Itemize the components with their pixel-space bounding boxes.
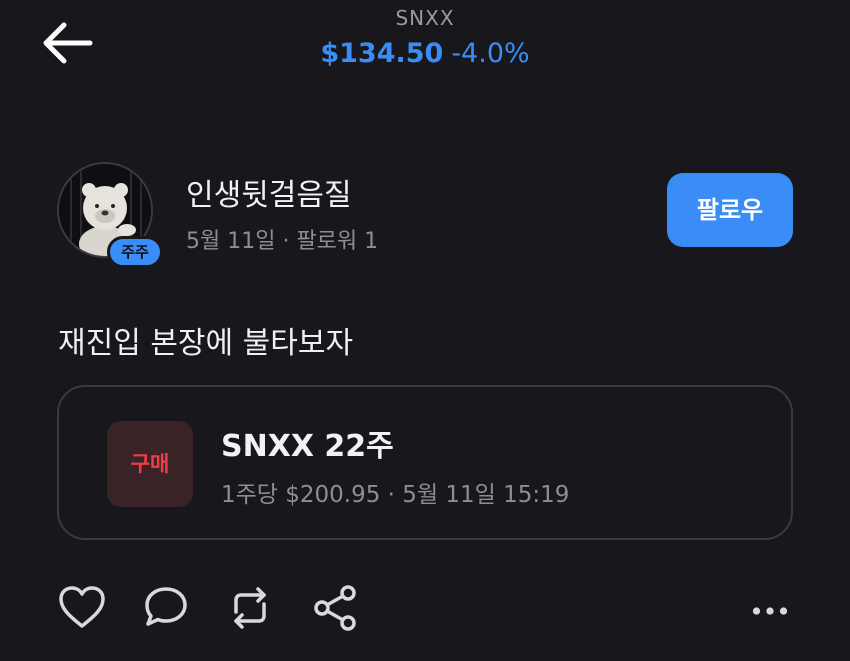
follow-button[interactable]: 팔로우	[667, 173, 793, 247]
author-name[interactable]: 인생뒷걸음질	[186, 170, 352, 214]
current-price: $134.50	[320, 38, 444, 69]
repost-button[interactable]	[224, 582, 276, 634]
price-change: -4.0%	[451, 38, 530, 69]
buy-badge: 구매	[107, 421, 193, 507]
post-detail-screen: SNXX $134.50 -4.0% 주주 인생뒷걸음질 5월 11일 · 팔로…	[0, 0, 850, 661]
repost-icon	[234, 587, 266, 629]
comment-button[interactable]	[140, 582, 192, 634]
price-row: $134.50 -4.0%	[0, 38, 850, 69]
more-options-button[interactable]	[744, 584, 794, 634]
ticker-symbol: SNXX	[395, 6, 455, 30]
more-dots-icon	[752, 607, 788, 615]
like-button[interactable]	[56, 582, 108, 634]
trade-detail: 1주당 $200.95 · 5월 11일 15:19	[221, 482, 570, 508]
share-button[interactable]	[310, 582, 362, 634]
shareholder-badge: 주주	[107, 236, 163, 268]
author-meta: 5월 11일 · 팔로워 1	[186, 229, 379, 254]
trade-card[interactable]: 구매 SNXX 22주 1주당 $200.95 · 5월 11일 15:19	[57, 385, 793, 540]
heart-icon	[59, 586, 105, 628]
comment-bubble-icon	[145, 587, 187, 626]
post-text: 재진입 본장에 불타보자	[58, 326, 354, 361]
trade-title: SNXX 22주	[221, 429, 394, 464]
share-icon	[314, 585, 356, 631]
author-avatar[interactable]: 주주	[57, 162, 163, 268]
